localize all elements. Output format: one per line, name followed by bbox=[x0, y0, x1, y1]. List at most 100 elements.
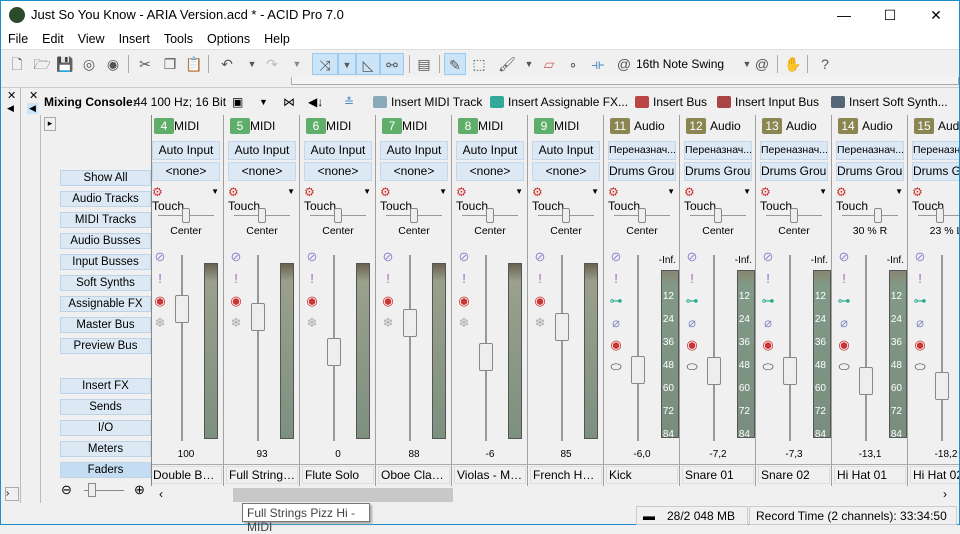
track-number-badge[interactable]: 11 bbox=[610, 118, 630, 134]
solo-icon[interactable]: ! bbox=[836, 271, 852, 293]
automation-mode[interactable]: ⚙ Touch bbox=[608, 185, 640, 213]
arm-icon[interactable]: ◉ bbox=[684, 337, 700, 359]
track-number-badge[interactable]: 15 bbox=[914, 118, 934, 134]
solo-icon[interactable]: ! bbox=[228, 271, 244, 293]
track-name[interactable]: Kick bbox=[606, 466, 678, 484]
input-monitor-icon[interactable]: ⬭ bbox=[912, 359, 928, 381]
output-select[interactable]: Drums Group bbox=[760, 162, 828, 181]
erase-tool-icon[interactable]: ▱ bbox=[538, 53, 560, 75]
solo-icon[interactable]: ! bbox=[684, 271, 700, 293]
volume-fader-thumb[interactable] bbox=[555, 312, 569, 341]
automation-mode[interactable]: ⚙ Touch bbox=[836, 185, 868, 213]
track-name[interactable]: French Hor... bbox=[530, 466, 602, 484]
automation-dropdown-icon[interactable]: ▼ bbox=[819, 187, 827, 196]
close-button[interactable]: ✕ bbox=[913, 1, 959, 29]
zoom-out-icon[interactable]: ⊖ bbox=[61, 482, 72, 498]
filter-button-audio-tracks[interactable]: Audio Tracks bbox=[60, 191, 151, 207]
input-monitor-icon[interactable]: ❄ bbox=[228, 315, 244, 337]
output-select[interactable]: Drums Group bbox=[608, 162, 676, 181]
input-select[interactable]: Переназнач... bbox=[836, 141, 904, 160]
dim-output-icon[interactable]: ◀↓ bbox=[308, 95, 323, 109]
automation-dropdown-icon[interactable]: ▼ bbox=[211, 187, 219, 196]
section-button-faders[interactable]: Faders bbox=[60, 462, 151, 478]
pan-slider-thumb[interactable] bbox=[935, 208, 944, 223]
input-select[interactable]: Переназнач... bbox=[912, 141, 959, 160]
zoom-slider-thumb[interactable] bbox=[88, 483, 96, 497]
save-icon[interactable]: 💾 bbox=[54, 53, 76, 75]
filter-button-show-all[interactable]: Show All bbox=[60, 170, 151, 186]
input-select[interactable]: Переназнач... bbox=[760, 141, 828, 160]
snapping-icon[interactable]: ⤨ bbox=[312, 53, 338, 75]
section-button-i-o[interactable]: I/O bbox=[60, 420, 151, 436]
track-number-badge[interactable]: 9 bbox=[534, 118, 554, 134]
volume-fader-thumb[interactable] bbox=[327, 338, 341, 367]
automation-dropdown-icon[interactable]: ▼ bbox=[287, 187, 295, 196]
track-number-badge[interactable]: 6 bbox=[306, 118, 326, 134]
output-select[interactable]: <none> bbox=[304, 162, 372, 181]
track-number-badge[interactable]: 5 bbox=[230, 118, 250, 134]
input-monitor-icon[interactable]: ❄ bbox=[456, 315, 472, 337]
automation-dropdown-icon[interactable]: ▼ bbox=[591, 187, 599, 196]
redo-icon[interactable]: ↷ bbox=[261, 53, 283, 75]
new-icon[interactable]: 🗋 bbox=[6, 53, 28, 75]
view-dropdown-icon[interactable]: ▼ bbox=[259, 97, 268, 107]
filter-button-audio-busses[interactable]: Audio Busses bbox=[60, 233, 151, 249]
input-select[interactable]: Auto Input bbox=[304, 141, 372, 160]
output-select[interactable]: <none> bbox=[532, 162, 600, 181]
automation-dropdown-icon[interactable]: ▼ bbox=[743, 187, 751, 196]
arm-icon[interactable]: ◉ bbox=[836, 337, 852, 359]
volume-fader-track[interactable] bbox=[561, 255, 563, 441]
volume-fader-thumb[interactable] bbox=[251, 303, 265, 331]
filter-button-assignable-fx[interactable]: Assignable FX bbox=[60, 296, 151, 312]
automation-mode[interactable]: ⚙ Touch bbox=[684, 185, 716, 213]
arm-icon[interactable]: ◉ bbox=[608, 337, 624, 359]
envelope-tool-icon[interactable]: ∘ bbox=[562, 53, 584, 75]
paint-tool-icon[interactable]: 🖌 bbox=[496, 53, 518, 75]
automation-dropdown-icon[interactable]: ▼ bbox=[439, 187, 447, 196]
phase-icon[interactable]: ⌀ bbox=[912, 315, 928, 337]
volume-fader-track[interactable] bbox=[257, 255, 259, 441]
track-name[interactable]: Double Bass... bbox=[152, 466, 222, 484]
pan-slider-thumb[interactable] bbox=[486, 208, 494, 223]
solo-icon[interactable]: ! bbox=[912, 271, 928, 293]
arm-icon[interactable]: ◉ bbox=[532, 293, 548, 315]
mute-icon[interactable]: ⊘ bbox=[304, 249, 320, 271]
output-select[interactable]: Drums Group bbox=[684, 162, 752, 181]
track-number-badge[interactable]: 7 bbox=[382, 118, 402, 134]
arm-icon[interactable]: ◉ bbox=[228, 293, 244, 315]
automation-dropdown-icon[interactable]: ▼ bbox=[363, 187, 371, 196]
volume-fader-track[interactable] bbox=[789, 255, 791, 441]
filter-button-preview-bus[interactable]: Preview Bus bbox=[60, 338, 151, 354]
phase-icon[interactable]: ⌀ bbox=[760, 315, 776, 337]
fx-icon[interactable]: ⊶ bbox=[608, 293, 624, 315]
volume-fader-thumb[interactable] bbox=[631, 355, 645, 384]
auto-crossfade-icon[interactable]: ◺ bbox=[356, 53, 380, 75]
input-select[interactable]: Auto Input bbox=[532, 141, 600, 160]
scroll-right-icon[interactable]: › bbox=[943, 487, 947, 501]
fx-icon[interactable]: ⊶ bbox=[684, 293, 700, 315]
menu-insert[interactable]: Insert bbox=[112, 29, 157, 46]
input-monitor-icon[interactable]: ❄ bbox=[380, 315, 396, 337]
groove-select[interactable]: 16th Note Swing bbox=[636, 57, 724, 71]
track-number-badge[interactable]: 13 bbox=[762, 118, 782, 134]
scrollbar-thumb[interactable] bbox=[233, 488, 453, 502]
pan-slider-thumb[interactable] bbox=[334, 208, 342, 223]
downmix-icon[interactable]: ⋈ bbox=[283, 95, 295, 109]
automation-mode[interactable]: ⚙ Touch bbox=[456, 185, 488, 213]
properties-icon[interactable]: ◉ bbox=[102, 53, 124, 75]
render-icon[interactable]: ◎ bbox=[78, 53, 100, 75]
volume-fader-thumb[interactable] bbox=[935, 371, 949, 400]
groove-icon[interactable]: @ bbox=[613, 53, 635, 75]
input-monitor-icon[interactable]: ❄ bbox=[304, 315, 320, 337]
mute-icon[interactable]: ⊘ bbox=[152, 249, 168, 271]
insert-bus-button[interactable]: Insert Bus bbox=[635, 95, 707, 109]
track-name[interactable]: Snare 01 bbox=[682, 466, 754, 484]
pan-slider-thumb[interactable] bbox=[874, 208, 883, 223]
arm-icon[interactable]: ◉ bbox=[912, 337, 928, 359]
input-select[interactable]: Auto Input bbox=[380, 141, 448, 160]
output-select[interactable]: <none> bbox=[152, 162, 220, 181]
track-name[interactable]: Hi Hat 02 bbox=[910, 466, 959, 484]
maximize-button[interactable]: ☐ bbox=[867, 1, 913, 29]
mute-icon[interactable]: ⊘ bbox=[608, 249, 624, 271]
filter-button-midi-tracks[interactable]: MIDI Tracks bbox=[60, 212, 151, 228]
